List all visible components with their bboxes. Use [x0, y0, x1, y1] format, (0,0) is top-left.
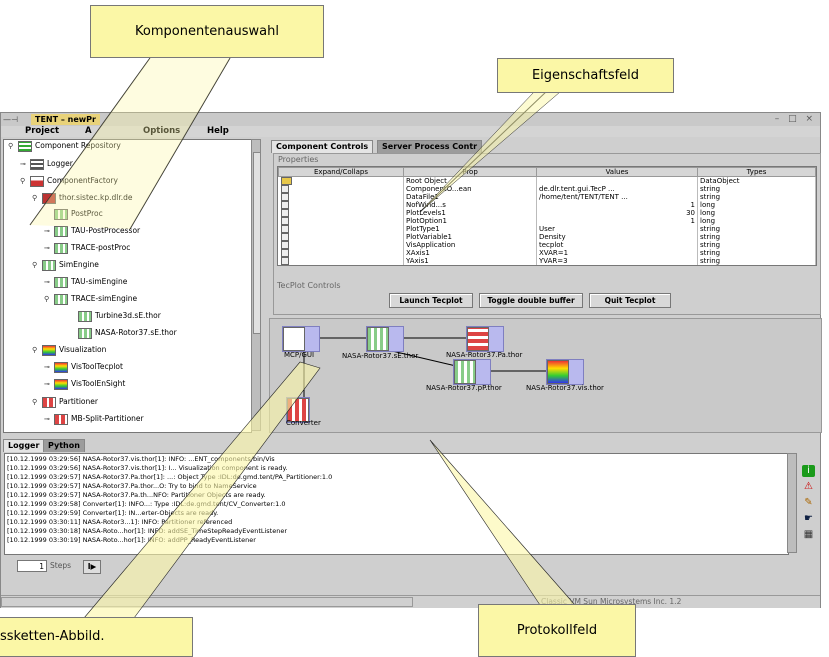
callout-property-field: Eigenschaftsfeld: [497, 58, 674, 93]
callout-component-selection: Komponentenauswahl: [90, 5, 324, 58]
callout-log-field: Protokollfeld: [478, 604, 636, 657]
callout-process-chain: ssketten-Abbild.: [0, 617, 193, 657]
callout-pointers: [29, 57, 576, 619]
